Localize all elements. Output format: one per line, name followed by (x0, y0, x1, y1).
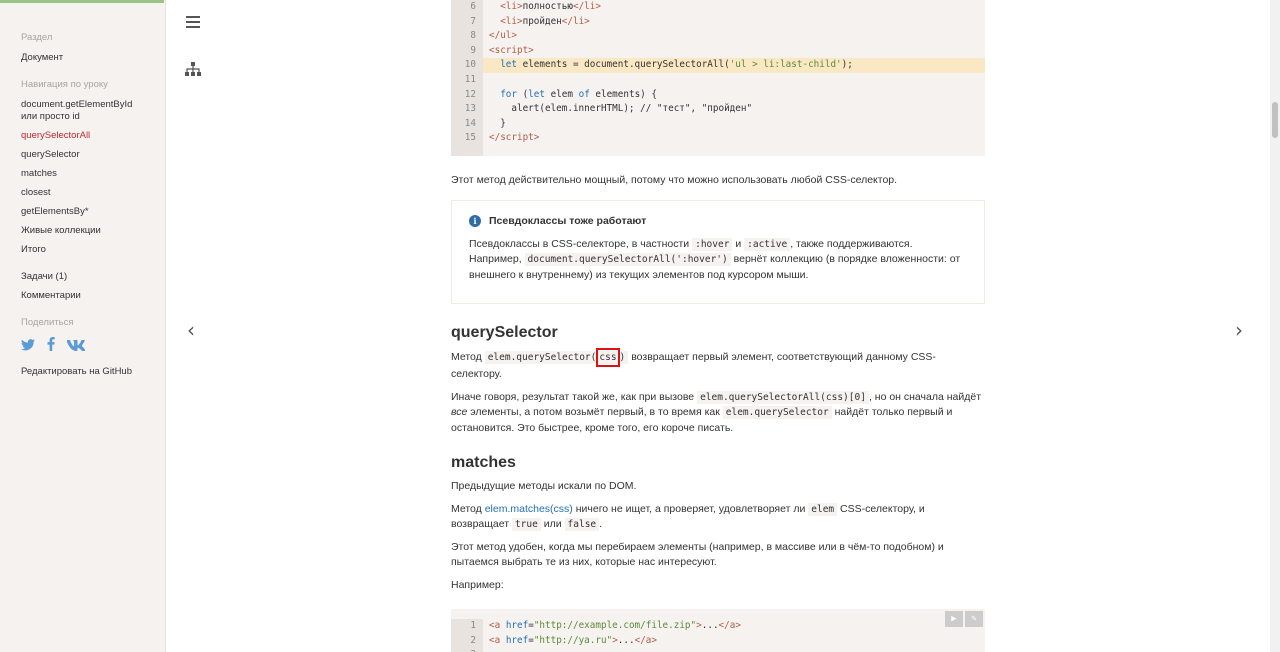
highlight-box: css (596, 347, 620, 367)
edit-pencil-icon[interactable]: ✎ (965, 611, 983, 627)
inline-code: elem.querySelector (722, 406, 832, 419)
code-line-highlighted: let elements = document.querySelectorAll… (483, 58, 985, 73)
facebook-icon[interactable] (47, 337, 55, 354)
note-title: Псевдоклассы тоже работают (489, 214, 647, 227)
social-links (21, 337, 159, 354)
article: 6 <li>полностью</li> 7 <li>пройден</li> … (451, 0, 985, 652)
section-link[interactable]: Документ (21, 52, 159, 64)
inline-code: document.querySelectorAll(':hover') (524, 253, 731, 267)
nav-item-matches[interactable]: matches (21, 168, 159, 180)
inline-code: elem.querySelector(css) (484, 347, 629, 367)
tasks-link[interactable]: Задачи (1) (21, 271, 159, 283)
line-number: 15 (451, 131, 483, 146)
line-number: 8 (451, 29, 483, 44)
vk-icon[interactable] (66, 338, 86, 354)
nav-item-queryselector[interactable]: querySelector (21, 149, 159, 161)
matches-link[interactable]: elem.matches(css) (485, 503, 573, 515)
code-line: } (489, 117, 506, 129)
line-number: 13 (451, 102, 483, 117)
code-line: alert(elem.innerHTML); // "тест", "пройд… (489, 103, 753, 115)
code-line: for (let elem of elements) { (500, 88, 657, 100)
code-line: <a href="http://example.com/file.zip">..… (489, 620, 741, 631)
share-heading: Поделиться (21, 317, 74, 328)
line-number: 7 (451, 14, 483, 30)
paragraph: Например: (451, 578, 504, 591)
paragraph: Метод elem.querySelector(css) возвращает… (451, 347, 985, 383)
line-number: 1 (451, 619, 483, 634)
nav-item-queryselectorall[interactable]: querySelectorAll (21, 130, 159, 142)
code-line: <li>полностью</li> (500, 1, 601, 12)
line-number: 11 (451, 72, 483, 88)
line-number: 14 (451, 116, 483, 132)
sitemap-icon[interactable] (185, 62, 201, 76)
scrollbar[interactable] (1270, 0, 1280, 652)
edit-github-link[interactable]: Редактировать на GitHub (21, 366, 159, 378)
info-note: i Псевдоклассы тоже работают Псевдокласс… (451, 199, 985, 304)
prev-lesson-chevron-left-icon[interactable]: ‹ (187, 318, 195, 342)
line-number: 12 (451, 87, 483, 103)
line-number: 9 (451, 43, 483, 59)
inline-code: false (564, 518, 600, 531)
inline-code: elem (808, 502, 838, 516)
section-heading-matches: matches (451, 454, 516, 471)
menu-icon[interactable] (186, 16, 200, 28)
code-line: <a href="http://ya.ru">...</a> (489, 634, 657, 646)
line-number: 10 (451, 58, 483, 73)
line-number: 2 (451, 633, 483, 649)
code-line: </ul> (489, 30, 517, 42)
inline-code: :hover (692, 237, 733, 251)
paragraph: Предыдущие методы искали по DOM. (451, 480, 637, 492)
paragraph: Этот метод удобен, когда мы перебираем э… (451, 540, 944, 569)
info-icon: i (469, 214, 481, 227)
nav-item-getelementsby[interactable]: getElementsBy* (21, 206, 159, 218)
scrollbar-thumb[interactable] (1272, 102, 1278, 138)
code-block-2: ▶ ✎ 1 <a href="http://example.com/file.zi… (451, 609, 985, 652)
code-line: <li>пройден</li> (500, 15, 590, 27)
note-text: Псевдоклассы в CSS-селекторе, в частност… (469, 237, 961, 282)
next-lesson-chevron-right-icon[interactable]: › (1235, 318, 1243, 342)
line-number: 3 (451, 648, 483, 652)
inline-code: :active (744, 237, 791, 251)
sidebar: Раздел Документ Навигация по уроку docum… (0, 0, 166, 652)
section-heading-queryselector: querySelector (451, 323, 558, 341)
paragraph: Метод elem.matches(css) ничего не ищет, … (451, 502, 925, 531)
code-line: <script> (489, 44, 534, 56)
paragraph: Иначе говоря, результат такой же, как пр… (451, 390, 982, 434)
code-line: </script> (489, 132, 540, 144)
inline-code: true (511, 518, 541, 531)
nav-item-closest[interactable]: closest (21, 187, 159, 199)
code-block-1: 6 <li>полностью</li> 7 <li>пройден</li> … (451, 0, 985, 156)
inline-code: elem.querySelectorAll(css)[0] (697, 390, 869, 404)
nav-heading: Навигация по уроку (21, 79, 108, 90)
twitter-icon[interactable] (21, 338, 35, 354)
line-number: 6 (451, 0, 483, 15)
paragraph: Этот метод действительно мощный, потому … (451, 174, 898, 186)
section-heading: Раздел (21, 32, 53, 43)
nav-item-getelementbyid[interactable]: document.getElementById или просто id (21, 99, 141, 123)
progress-bar (0, 0, 164, 3)
run-play-icon[interactable]: ▶ (945, 611, 963, 627)
nav-item-live-collections[interactable]: Живые коллекции (21, 225, 159, 237)
nav-item-summary[interactable]: Итого (21, 244, 159, 256)
comments-link[interactable]: Комментарии (21, 290, 159, 302)
